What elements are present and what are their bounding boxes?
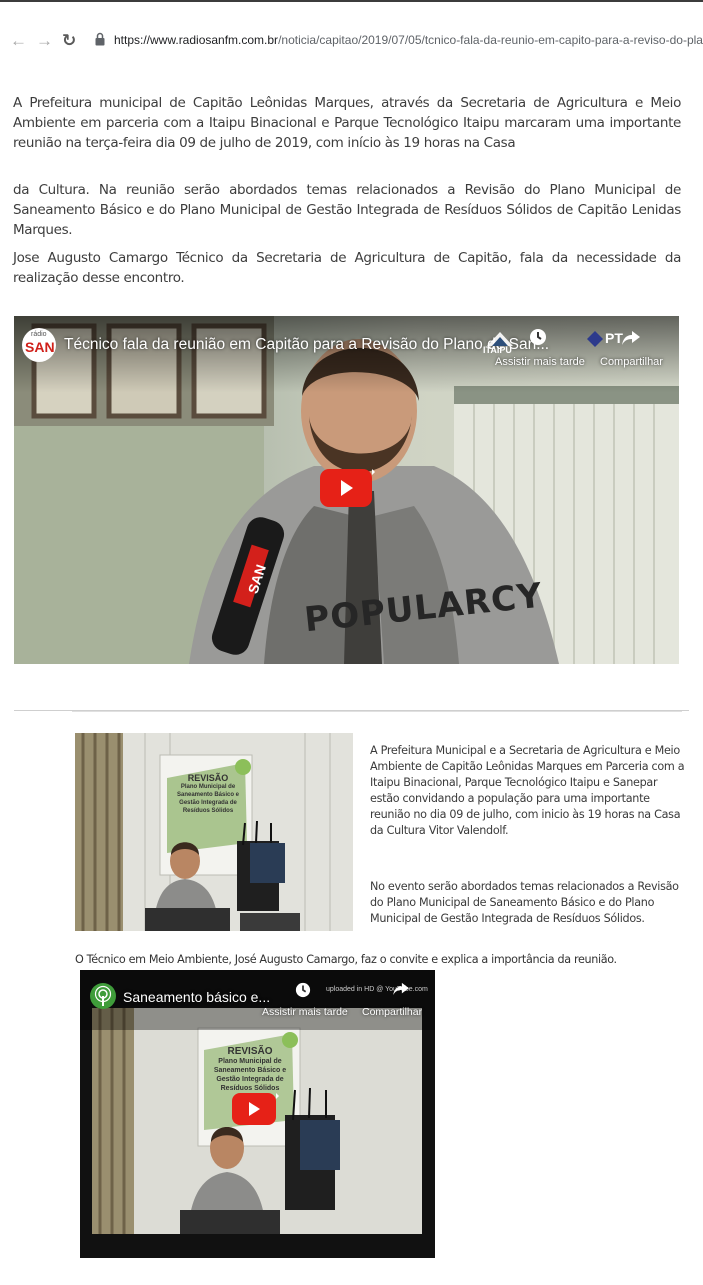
video-1-title[interactable]: Técnico fala da reunião em Capitão para … (64, 336, 549, 354)
channel-avatar-2[interactable] (89, 982, 117, 1010)
poster-line-title: REVISÃO (187, 773, 229, 783)
section-divider-secondary (72, 711, 682, 712)
poster-text: REVISÃO Plano Municipal de Saneamento Bá… (165, 773, 251, 815)
poster-line: Resíduos Sólidos (220, 1085, 280, 1092)
youtube-embed-1[interactable]: POPULARCY SAN rádio SAN Técnico fala da … (14, 316, 679, 664)
channel-avatar-text: SAN (25, 339, 55, 355)
watch-later-icon[interactable] (529, 328, 547, 346)
play-icon (249, 1102, 260, 1116)
back-arrow-icon[interactable]: ← (10, 32, 27, 50)
video-2-title[interactable]: Saneamento básico e... (123, 989, 270, 1005)
play-icon (341, 480, 353, 496)
pti-logo: PT (586, 330, 623, 353)
reload-icon[interactable]: ↻ (62, 32, 76, 50)
poster-line: Saneamento Básico e (176, 792, 240, 798)
url-domain: https://www.radiosanfm.com.br (114, 33, 279, 47)
play-button-2[interactable] (232, 1093, 279, 1125)
poster-text-2: REVISÃO Plano Municipal de Saneamento Bá… (202, 1046, 298, 1093)
poster-line-title: REVISÃO (227, 1046, 273, 1057)
poster-line: Gestão Integrada de (216, 1076, 284, 1083)
play-button-1[interactable] (320, 469, 375, 507)
poster-line: Resíduos Sólidos (182, 808, 234, 814)
url-path: /noticia/capitao/2019/07/05/tcnico-fala-… (278, 33, 703, 47)
watch-later-icon[interactable] (295, 982, 311, 998)
share-label[interactable]: Compartilhar (600, 356, 663, 368)
watch-later-label[interactable]: Assistir mais tarde (262, 1006, 348, 1018)
channel-avatar-top-text: rádio (31, 331, 47, 338)
embed-paragraph-1: A Prefeitura Municipal e a Secretaria de… (370, 744, 685, 837)
share-label[interactable]: Compartilhar (362, 1006, 422, 1018)
poster-line: Saneamento Básico e (213, 1067, 287, 1074)
poster-line: Plano Municipal de (180, 784, 236, 790)
article-paragraph-2: da Cultura. Na reunião serão abordados t… (13, 182, 681, 238)
video-2-caption: O Técnico em Meio Ambiente, José Augusto… (75, 953, 617, 966)
address-bar[interactable]: https://www.radiosanfm.com.br/noticia/ca… (114, 33, 703, 47)
share-icon[interactable] (621, 330, 641, 346)
poster-line: Plano Municipal de (218, 1058, 282, 1065)
announcement-photo-scene (75, 733, 353, 931)
watch-later-label[interactable]: Assistir mais tarde (495, 356, 585, 368)
youtube-embed-2[interactable]: REVISÃO Plano Municipal de Saneamento Bá… (80, 970, 435, 1258)
uploaded-note: uploaded in HD @ YouTube.com (326, 986, 428, 993)
announcement-photo: REVISÃO Plano Municipal de Saneamento Bá… (75, 733, 353, 931)
share-icon[interactable] (392, 982, 410, 996)
lock-icon[interactable] (95, 32, 105, 46)
channel-avatar[interactable]: rádio SAN (22, 328, 56, 362)
poster-line: Gestão Integrada de (179, 800, 237, 806)
forward-arrow-icon[interactable]: → (36, 32, 53, 50)
article-paragraph-1: A Prefeitura municipal de Capitão Leônid… (13, 95, 681, 151)
article-paragraph-3: Jose Augusto Camargo Técnico da Secretar… (13, 250, 681, 286)
itaipu-logo-text: ITAIPU (483, 345, 512, 355)
browser-toolbar: ← → ↻ https://www.radiosanfm.com.br/noti… (0, 2, 703, 80)
embed-paragraph-2: No evento serão abordados temas relacion… (370, 880, 679, 925)
